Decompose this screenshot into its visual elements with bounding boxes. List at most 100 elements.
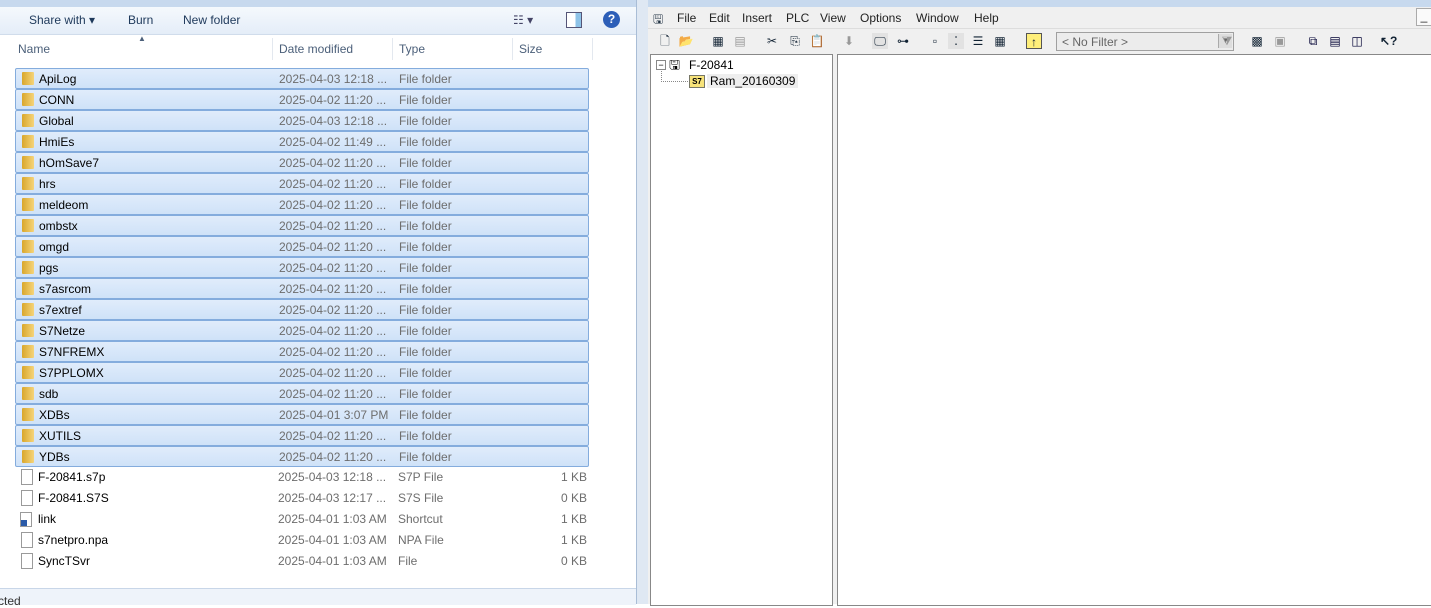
- menu-window[interactable]: Window: [916, 11, 959, 25]
- file-row[interactable]: hrs 2025-04-02 11:20 ... File folder: [15, 173, 589, 194]
- folder-icon: [22, 72, 34, 85]
- view-options-icon[interactable]: ☷ ▾: [513, 13, 533, 27]
- file-row[interactable]: meldeom 2025-04-02 11:20 ... File folder: [15, 194, 589, 215]
- list-icon[interactable]: ☰: [970, 33, 986, 49]
- menu-plc[interactable]: PLC: [786, 11, 809, 25]
- filter-dropdown[interactable]: < No Filter > ▼: [1056, 32, 1234, 51]
- file-row[interactable]: sdb 2025-04-02 11:20 ... File folder: [15, 383, 589, 404]
- content-pane[interactable]: [837, 54, 1431, 606]
- column-date-modified[interactable]: Date modified: [279, 42, 353, 56]
- file-type: File folder: [399, 114, 452, 128]
- file-row[interactable]: pgs 2025-04-02 11:20 ... File folder: [15, 257, 589, 278]
- file-row[interactable]: HmiEs 2025-04-02 11:49 ... File folder: [15, 131, 589, 152]
- file-row[interactable]: ombstx 2025-04-02 11:20 ... File folder: [15, 215, 589, 236]
- file-row[interactable]: hOmSave7 2025-04-02 11:20 ... File folde…: [15, 152, 589, 173]
- copy-icon[interactable]: ⎘: [787, 33, 803, 49]
- online-icon[interactable]: ⊶: [895, 33, 911, 49]
- simatic-toolbar: 🗋 📂 ▦ ▤ ✂ ⎘ 📋 ⬇ 🖵 ⊶ ▫ ⁚ ☰ ▦ ↑ < No Filte…: [648, 28, 1431, 53]
- file-row[interactable]: XUTILS 2025-04-02 11:20 ... File folder: [15, 425, 589, 446]
- up-one-level-icon[interactable]: ↑: [1026, 33, 1042, 49]
- file-date: 2025-04-02 11:20 ...: [279, 282, 387, 296]
- burn-button[interactable]: Burn: [128, 13, 153, 27]
- share-with-button[interactable]: Share with ▾: [29, 13, 95, 27]
- menu-insert[interactable]: Insert: [742, 11, 772, 25]
- file-row[interactable]: XDBs 2025-04-01 3:07 PM File folder: [15, 404, 589, 425]
- cascade-icon[interactable]: ⧉: [1305, 33, 1321, 49]
- file-row[interactable]: link 2025-04-01 1:03 AM Shortcut 1 KB: [15, 509, 587, 528]
- file-date: 2025-04-02 11:20 ...: [279, 366, 387, 380]
- offline-icon[interactable]: 🖵: [872, 33, 888, 49]
- file-row[interactable]: omgd 2025-04-02 11:20 ... File folder: [15, 236, 589, 257]
- preview-pane-icon[interactable]: [566, 12, 582, 28]
- file-type: File folder: [399, 303, 452, 317]
- file-row[interactable]: YDBs 2025-04-02 11:20 ... File folder: [15, 446, 589, 467]
- menu-options[interactable]: Options: [860, 11, 901, 25]
- file-date: 2025-04-02 11:20 ...: [279, 156, 387, 170]
- simatic-manager-window: 🖫 File Edit Insert PLC View Options Wind…: [648, 0, 1431, 606]
- memory-card-icon[interactable]: ▤: [732, 33, 748, 49]
- file-name: pgs: [39, 261, 59, 275]
- file-name: s7extref: [39, 303, 82, 317]
- file-row[interactable]: s7asrcom 2025-04-02 11:20 ... File folde…: [15, 278, 589, 299]
- file-type: File folder: [399, 93, 452, 107]
- file-name: hrs: [39, 177, 56, 191]
- file-row[interactable]: Global 2025-04-03 12:18 ... File folder: [15, 110, 589, 131]
- file-name: S7PPLOMX: [39, 366, 104, 380]
- filter-icon[interactable]: ⧩: [1219, 33, 1235, 49]
- file-explorer-window: Share with ▾ Burn New folder ☷ ▾ ? Name …: [0, 0, 640, 608]
- folder-icon: [22, 366, 34, 379]
- file-row[interactable]: S7NFREMX 2025-04-02 11:20 ... File folde…: [15, 341, 589, 362]
- menu-help[interactable]: Help: [974, 11, 999, 25]
- file-row[interactable]: s7netpro.npa 2025-04-01 1:03 AM NPA File…: [15, 530, 587, 549]
- menu-view[interactable]: View: [820, 11, 846, 25]
- file-row[interactable]: s7extref 2025-04-02 11:20 ... File folde…: [15, 299, 589, 320]
- file-row[interactable]: S7Netze 2025-04-02 11:20 ... File folder: [15, 320, 589, 341]
- file-row[interactable]: F-20841.S7S 2025-04-03 12:17 ... S7S Fil…: [15, 488, 587, 507]
- file-name: s7asrcom: [39, 282, 92, 296]
- folder-icon: [22, 93, 34, 106]
- column-type[interactable]: Type: [399, 42, 425, 56]
- open-icon[interactable]: 📂: [678, 33, 694, 49]
- menu-edit[interactable]: Edit: [709, 11, 730, 25]
- file-type: File folder: [399, 156, 452, 170]
- simatic-manager-icon[interactable]: ▩: [1249, 33, 1265, 49]
- cut-icon[interactable]: ✂: [764, 33, 780, 49]
- file-size: 1 KB: [560, 533, 587, 547]
- file-row[interactable]: SyncTSvr 2025-04-01 1:03 AM File 0 KB: [15, 551, 587, 570]
- help-icon[interactable]: ?: [603, 11, 620, 28]
- file-name: ombstx: [39, 219, 78, 233]
- file-name: Global: [39, 114, 74, 128]
- tree-item-project[interactable]: F-20841: [689, 58, 734, 72]
- details-icon[interactable]: ▦: [992, 33, 1008, 49]
- new-folder-button[interactable]: New folder: [183, 13, 240, 27]
- module-icon[interactable]: ▣: [1272, 33, 1288, 49]
- column-name[interactable]: Name: [18, 42, 50, 56]
- paste-icon[interactable]: 📋: [809, 33, 825, 49]
- folder-icon: [22, 240, 34, 253]
- column-size[interactable]: Size: [519, 42, 542, 56]
- accessible-nodes-icon[interactable]: ▦: [710, 33, 726, 49]
- download-icon[interactable]: ⬇: [841, 33, 857, 49]
- tile-horizontal-icon[interactable]: ▤: [1327, 33, 1343, 49]
- file-row[interactable]: CONN 2025-04-02 11:20 ... File folder: [15, 89, 589, 110]
- tile-vertical-icon[interactable]: ◫: [1349, 33, 1365, 49]
- large-icons-icon[interactable]: ▫: [927, 33, 943, 49]
- menu-file[interactable]: File: [677, 11, 696, 25]
- file-date: 2025-04-03 12:18 ...: [279, 72, 388, 86]
- minimize-child-button[interactable]: _: [1416, 8, 1431, 26]
- file-type: File folder: [399, 366, 452, 380]
- small-icons-icon[interactable]: ⁚: [948, 33, 964, 49]
- file-type: File folder: [399, 429, 452, 443]
- file-row[interactable]: S7PPLOMX 2025-04-02 11:20 ... File folde…: [15, 362, 589, 383]
- new-icon[interactable]: 🗋: [657, 33, 673, 49]
- folder-icon: [22, 261, 34, 274]
- tree-item-station[interactable]: Ram_20160309: [707, 74, 799, 88]
- folder-icon: [22, 135, 34, 148]
- file-row[interactable]: ApiLog 2025-04-03 12:18 ... File folder: [15, 68, 589, 89]
- file-date: 2025-04-02 11:20 ...: [279, 261, 387, 275]
- file-row[interactable]: F-20841.s7p 2025-04-03 12:18 ... S7P Fil…: [15, 467, 587, 486]
- context-help-icon[interactable]: ↖?: [1380, 33, 1397, 49]
- folder-icon: [22, 387, 34, 400]
- file-name: XDBs: [39, 408, 70, 422]
- file-date: 2025-04-02 11:49 ...: [279, 135, 387, 149]
